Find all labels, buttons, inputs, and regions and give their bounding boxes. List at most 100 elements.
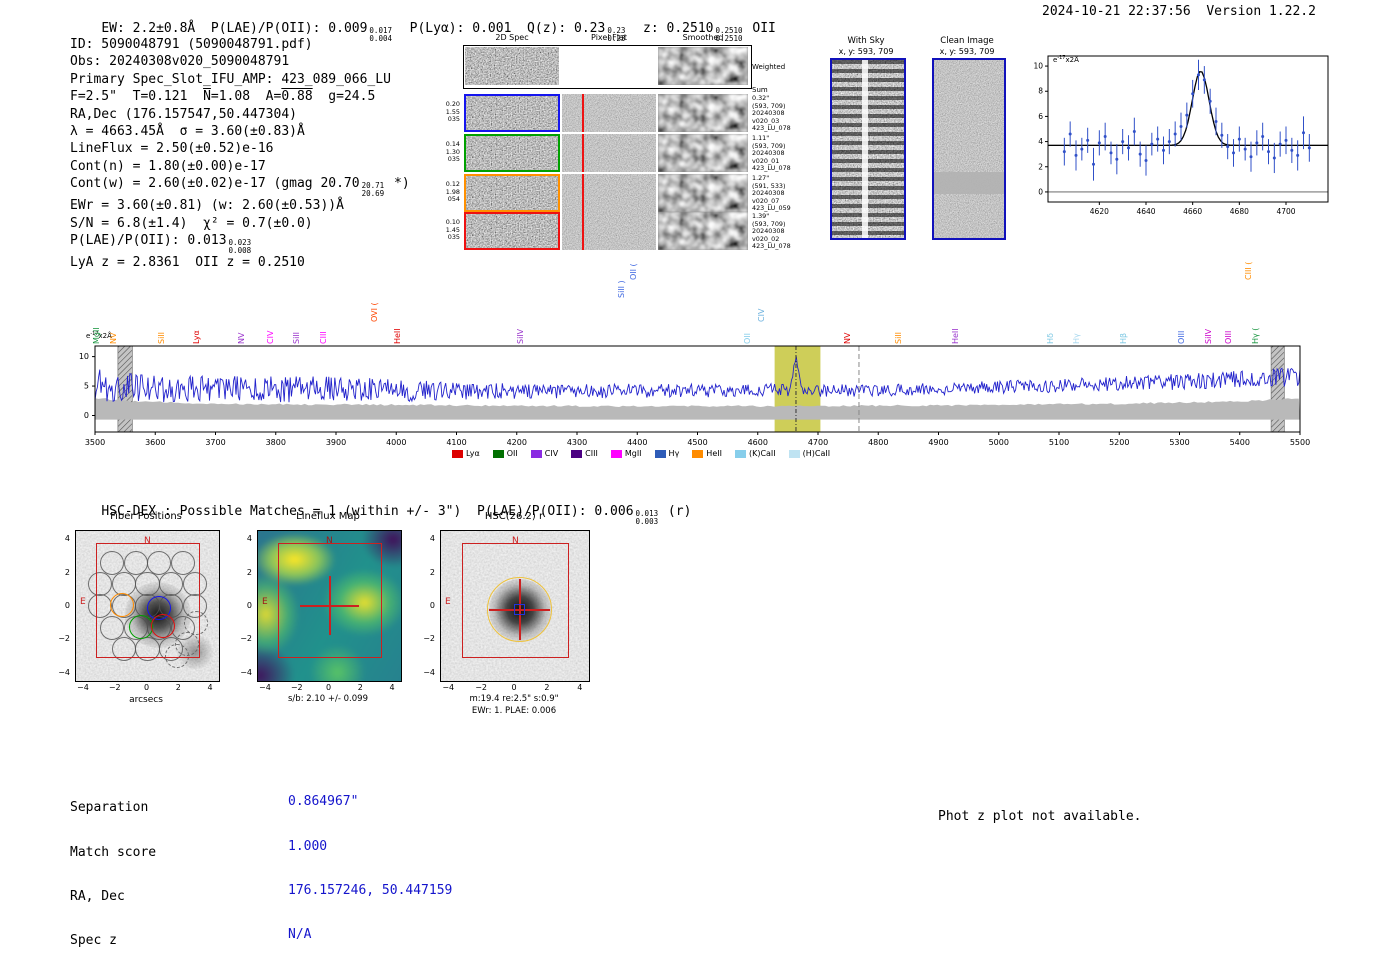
spectrum-legend: Lyα OII CIV CIII MgII Hγ HeII (K)CaII (H)CaII [452, 449, 830, 458]
error-band [95, 398, 1300, 420]
spec2d-header-pixelflat: Pixel Flat [591, 33, 627, 42]
exposure-smoothed-image [658, 94, 748, 132]
x-tick-label: 5200 [1109, 438, 1129, 447]
info-primary-spec: Primary Spec_Slot_IFU_AMP: 423_089_066_L… [70, 71, 391, 87]
row-weight-labels: 0.20 1.55 035 [445, 100, 460, 124]
legend-label: Lyα [466, 449, 480, 458]
legend-label: CIII [585, 449, 598, 458]
fiber-position-marker [582, 94, 584, 132]
extraction-box [278, 543, 382, 658]
y-tick-label: 0 [84, 411, 89, 420]
cutout-x-tick-label: −2 [108, 683, 121, 692]
y-tick-label: 0 [1038, 187, 1043, 196]
row-annotation: 1.27" (591, 533) 20240308 v020_07 423_LU_059 [752, 174, 791, 213]
gmag-uncertainty: 20.71 20.69 [361, 181, 385, 198]
cutout-x-tick-label: −4 [77, 683, 89, 692]
legend-item: HeII [692, 449, 722, 458]
cutout-y-tick-label: 2 [64, 567, 70, 577]
fiber-position-marker [582, 212, 584, 250]
emission-line-label: CIV [756, 308, 766, 322]
lineflux-map-cutout: N E [257, 530, 402, 682]
cutout-y-tick-label: 4 [429, 534, 435, 544]
plae-uncertainty-2: 0.023 0.008 [228, 238, 252, 255]
cutout-x-tick-label: −4 [259, 683, 271, 692]
table-row-value: 176.157246, 50.447159 [288, 882, 453, 898]
x-tick-label: 4500 [687, 438, 707, 447]
emission-line-label: Hγ ( [1250, 327, 1260, 344]
legend-label: HeII [706, 449, 722, 458]
y-tick-label: 6 [1038, 112, 1043, 121]
spectrum-line [94, 356, 1301, 403]
cutout-x-tick-label: 0 [325, 683, 332, 692]
legend-label: (H)CaII [802, 449, 831, 458]
north-compass-label: N [512, 536, 519, 546]
x-tick-label: 3900 [326, 438, 346, 447]
cutout-x-tick-label: 0 [143, 683, 150, 692]
with-sky-coords: x, y: 593, 709 [838, 47, 894, 56]
hsc-r-title: HSC(26.2) r [484, 511, 544, 522]
cutout-y-tick-label: 0 [64, 601, 70, 610]
sky-stripe-overlay [832, 60, 904, 238]
fiber-positions-cutout: N E [75, 530, 220, 682]
row-annotation: 0.32" (593, 709) 20240308 v020_03 423_LU_078 [752, 94, 791, 133]
info-ewr: EWr = 3.60(±0.81) (w: 2.60(±0.53))Å [70, 198, 344, 214]
east-compass-label: E [262, 597, 268, 607]
info-sn-chi2: S/N = 6.8(±1.4) χ² = 0.7(±0.0) [70, 215, 313, 231]
x-tick-label: 3600 [145, 438, 165, 447]
cutout-x-tick-label: −4 [442, 683, 455, 692]
info-seeing: F=2.5" T=0.121 N=1.08 A=0.88 g=24.5 [70, 89, 376, 105]
exposure-2dspec-image [464, 174, 560, 212]
match-table-values: 0.864967" 1.000 176.157246, 50.447159 N/… [288, 766, 452, 953]
legend-swatch [788, 449, 800, 458]
photz-note: Phot z plot not available. [938, 809, 1142, 824]
x-tick-label: 4680 [1230, 207, 1249, 216]
fiber-position-marker [582, 134, 584, 172]
x-tick-label: 4900 [928, 438, 948, 447]
table-row-label: Match score [70, 844, 157, 860]
info-id: ID: 5090048791 (5090048791.pdf) [70, 37, 313, 52]
info-plae: P(LAE)/P(OII): 0.013 0.023 0.008 [70, 233, 252, 255]
row-annotation: 1.39" (593, 709) 20240308 v020_02 423_LU_078 [752, 212, 791, 251]
emission-line-label: HeII [950, 328, 960, 344]
legend-label: MgII [624, 449, 642, 458]
exposure-pixelflat-image [562, 174, 656, 212]
cutout-x-tick-label: 4 [207, 683, 213, 692]
masked-band [934, 172, 1004, 194]
x-tick-label: 4600 [748, 438, 768, 447]
cutout-y-tick-label: −4 [58, 667, 70, 677]
weighted-row-border [463, 45, 752, 89]
table-row-value: 0.864967" [288, 794, 359, 810]
emission-line-label: OVI ( [369, 302, 379, 322]
x-tick-label: 5000 [989, 438, 1009, 447]
x-tick-label: 4400 [627, 438, 647, 447]
legend-swatch [452, 449, 463, 458]
cutout-x-tick-label: 4 [577, 683, 583, 692]
exposure-pixelflat-image [562, 212, 656, 250]
emission-line-label: NV [842, 332, 852, 344]
match-table-labels: Separation Match score RA, Dec Spec z Ph… [70, 772, 187, 953]
exposure-2dspec-image [464, 94, 560, 132]
info-redshifts: LyA z = 2.8361 OII z = 0.2510 [70, 255, 305, 271]
legend-item: OII [492, 449, 518, 458]
emission-line-label: SiII [893, 331, 903, 344]
emission-line-label: NV [237, 332, 247, 344]
cutout-x-tick-label: 2 [357, 683, 363, 692]
row-weight-labels: 0.14 1.30 035 [445, 140, 460, 164]
cutout-y-tick-label: −4 [240, 667, 252, 677]
legend-label: Hγ [668, 449, 680, 458]
fit-unit-label: e-17x2Å [1053, 55, 1079, 64]
cutout-x-tick-label: 4 [389, 683, 395, 692]
exposure-smoothed-image [658, 174, 748, 212]
legend-item: (K)CaII [734, 449, 776, 458]
y-tick-label: 8 [1038, 87, 1043, 96]
legend-swatch [492, 449, 504, 458]
legend-item: CIII [571, 449, 598, 458]
x-tick-label: 3700 [205, 438, 225, 447]
emission-line-label: CIII ( [1243, 261, 1253, 280]
x-tick-label: 4000 [386, 438, 406, 447]
clean-image-coords: x, y: 593, 709 [939, 47, 995, 56]
cutout-x-tick-label: 2 [544, 683, 550, 692]
north-compass-label: N [326, 536, 333, 546]
x-tick-label: 4700 [808, 438, 828, 447]
emission-line-label: Hβ [1118, 332, 1128, 344]
